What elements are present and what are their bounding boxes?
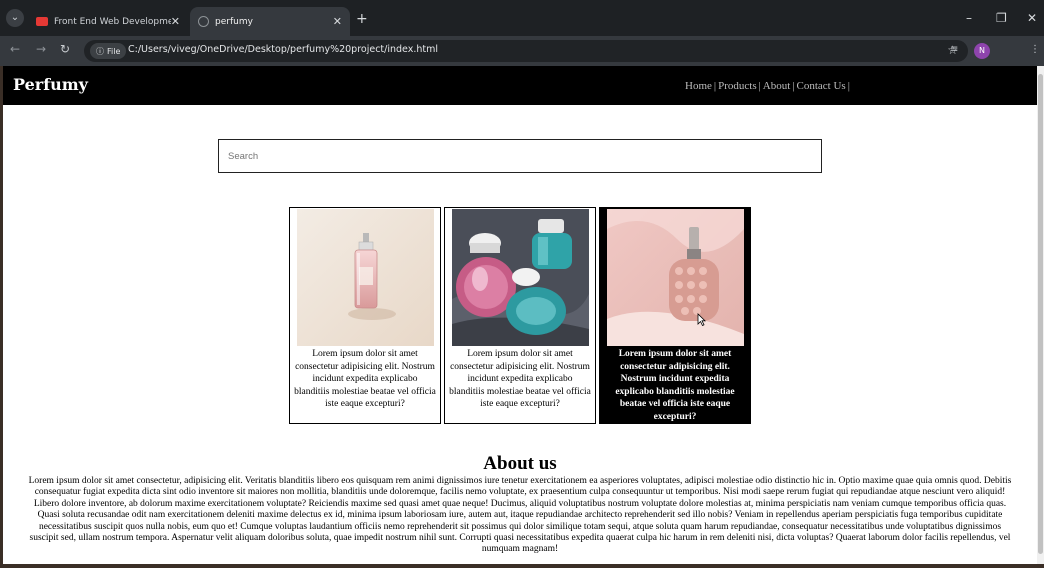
close-icon[interactable]: ✕ — [171, 15, 180, 28]
youtube-icon — [36, 17, 48, 26]
nav-about[interactable]: About — [763, 80, 791, 92]
page-viewport: Perfumy Home | Products | About | Contact Us | — [3, 66, 1037, 564]
product-card-hovered[interactable]: Lorem ipsum dolor sit amet consectetur a… — [599, 207, 751, 424]
tab-search-icon[interactable]: ⌄ — [6, 9, 24, 27]
reload-icon[interactable]: ↻ — [60, 42, 70, 56]
about-paragraph: Lorem ipsum dolor sit amet consectetur, … — [28, 476, 1012, 555]
reading-list-icon[interactable]: ≡ — [950, 44, 958, 55]
product-description: Lorem ipsum dolor sit amet consectetur a… — [615, 349, 735, 422]
profile-avatar[interactable]: N — [974, 43, 990, 59]
nav-separator: | — [792, 80, 795, 92]
nav-separator: | — [713, 80, 717, 92]
file-chip-label: File — [107, 46, 121, 56]
file-chip[interactable]: ⓘ File — [90, 43, 127, 59]
nav-home[interactable]: Home — [685, 80, 712, 92]
close-window-icon[interactable]: ✕ — [1027, 11, 1037, 25]
product-card[interactable]: Lorem ipsum dolor sit amet consectetur a… — [289, 207, 441, 424]
new-tab-icon[interactable]: + — [356, 11, 368, 27]
nav-contact[interactable]: Contact Us — [797, 80, 846, 92]
back-icon[interactable]: ← — [10, 42, 20, 56]
about-heading: About us — [483, 453, 557, 474]
close-icon[interactable]: ✕ — [333, 15, 342, 28]
info-icon: ⓘ — [96, 46, 104, 56]
minimize-icon[interactable]: – — [966, 11, 972, 25]
tab-perfumy[interactable]: perfumy ✕ — [190, 7, 350, 36]
mouse-cursor-icon — [697, 313, 706, 326]
product-card[interactable]: Lorem ipsum dolor sit amet consectetur a… — [444, 207, 596, 424]
browser-toolbar: ← → ↻ ⓘ File C:/Users/viveg/OneDrive/Desk… — [0, 36, 1044, 66]
address-bar[interactable]: ⓘ File C:/Users/viveg/OneDrive/Desktop/pe… — [84, 40, 968, 62]
perfume-image — [607, 209, 744, 346]
browser-tab-bar: ⌄ Front End Web Development T ✕ perfumy … — [0, 0, 1044, 36]
product-description: Lorem ipsum dolor sit amet consectetur a… — [294, 349, 436, 410]
tab-title: Front End Web Development T — [54, 16, 171, 27]
scrollbar-thumb[interactable] — [1038, 74, 1043, 554]
url-text: C:/Users/viveg/OneDrive/Desktop/perfumy%… — [128, 44, 439, 55]
page-scrollbar[interactable] — [1037, 66, 1044, 564]
nav-separator: | — [847, 80, 850, 92]
perfume-image — [297, 209, 434, 346]
search-input[interactable] — [218, 139, 822, 173]
nav-separator: | — [758, 80, 761, 92]
tab-title: perfumy — [215, 16, 253, 27]
more-menu-icon[interactable]: ⋮ — [1030, 44, 1040, 55]
tab-front-end-dev[interactable]: Front End Web Development T ✕ — [28, 7, 188, 36]
restore-icon[interactable]: ❐ — [996, 11, 1007, 25]
perfume-image — [452, 209, 589, 346]
forward-icon[interactable]: → — [36, 42, 46, 56]
product-description: Lorem ipsum dolor sit amet consectetur a… — [449, 349, 591, 410]
brand-logo[interactable]: Perfumy — [13, 75, 88, 94]
site-navbar: Perfumy Home | Products | About | Contact Us | — [3, 66, 1037, 105]
nav-products[interactable]: Products — [718, 80, 757, 92]
nav-menu: Home | Products | About | Contact Us | — [685, 80, 852, 92]
globe-icon — [198, 16, 209, 27]
